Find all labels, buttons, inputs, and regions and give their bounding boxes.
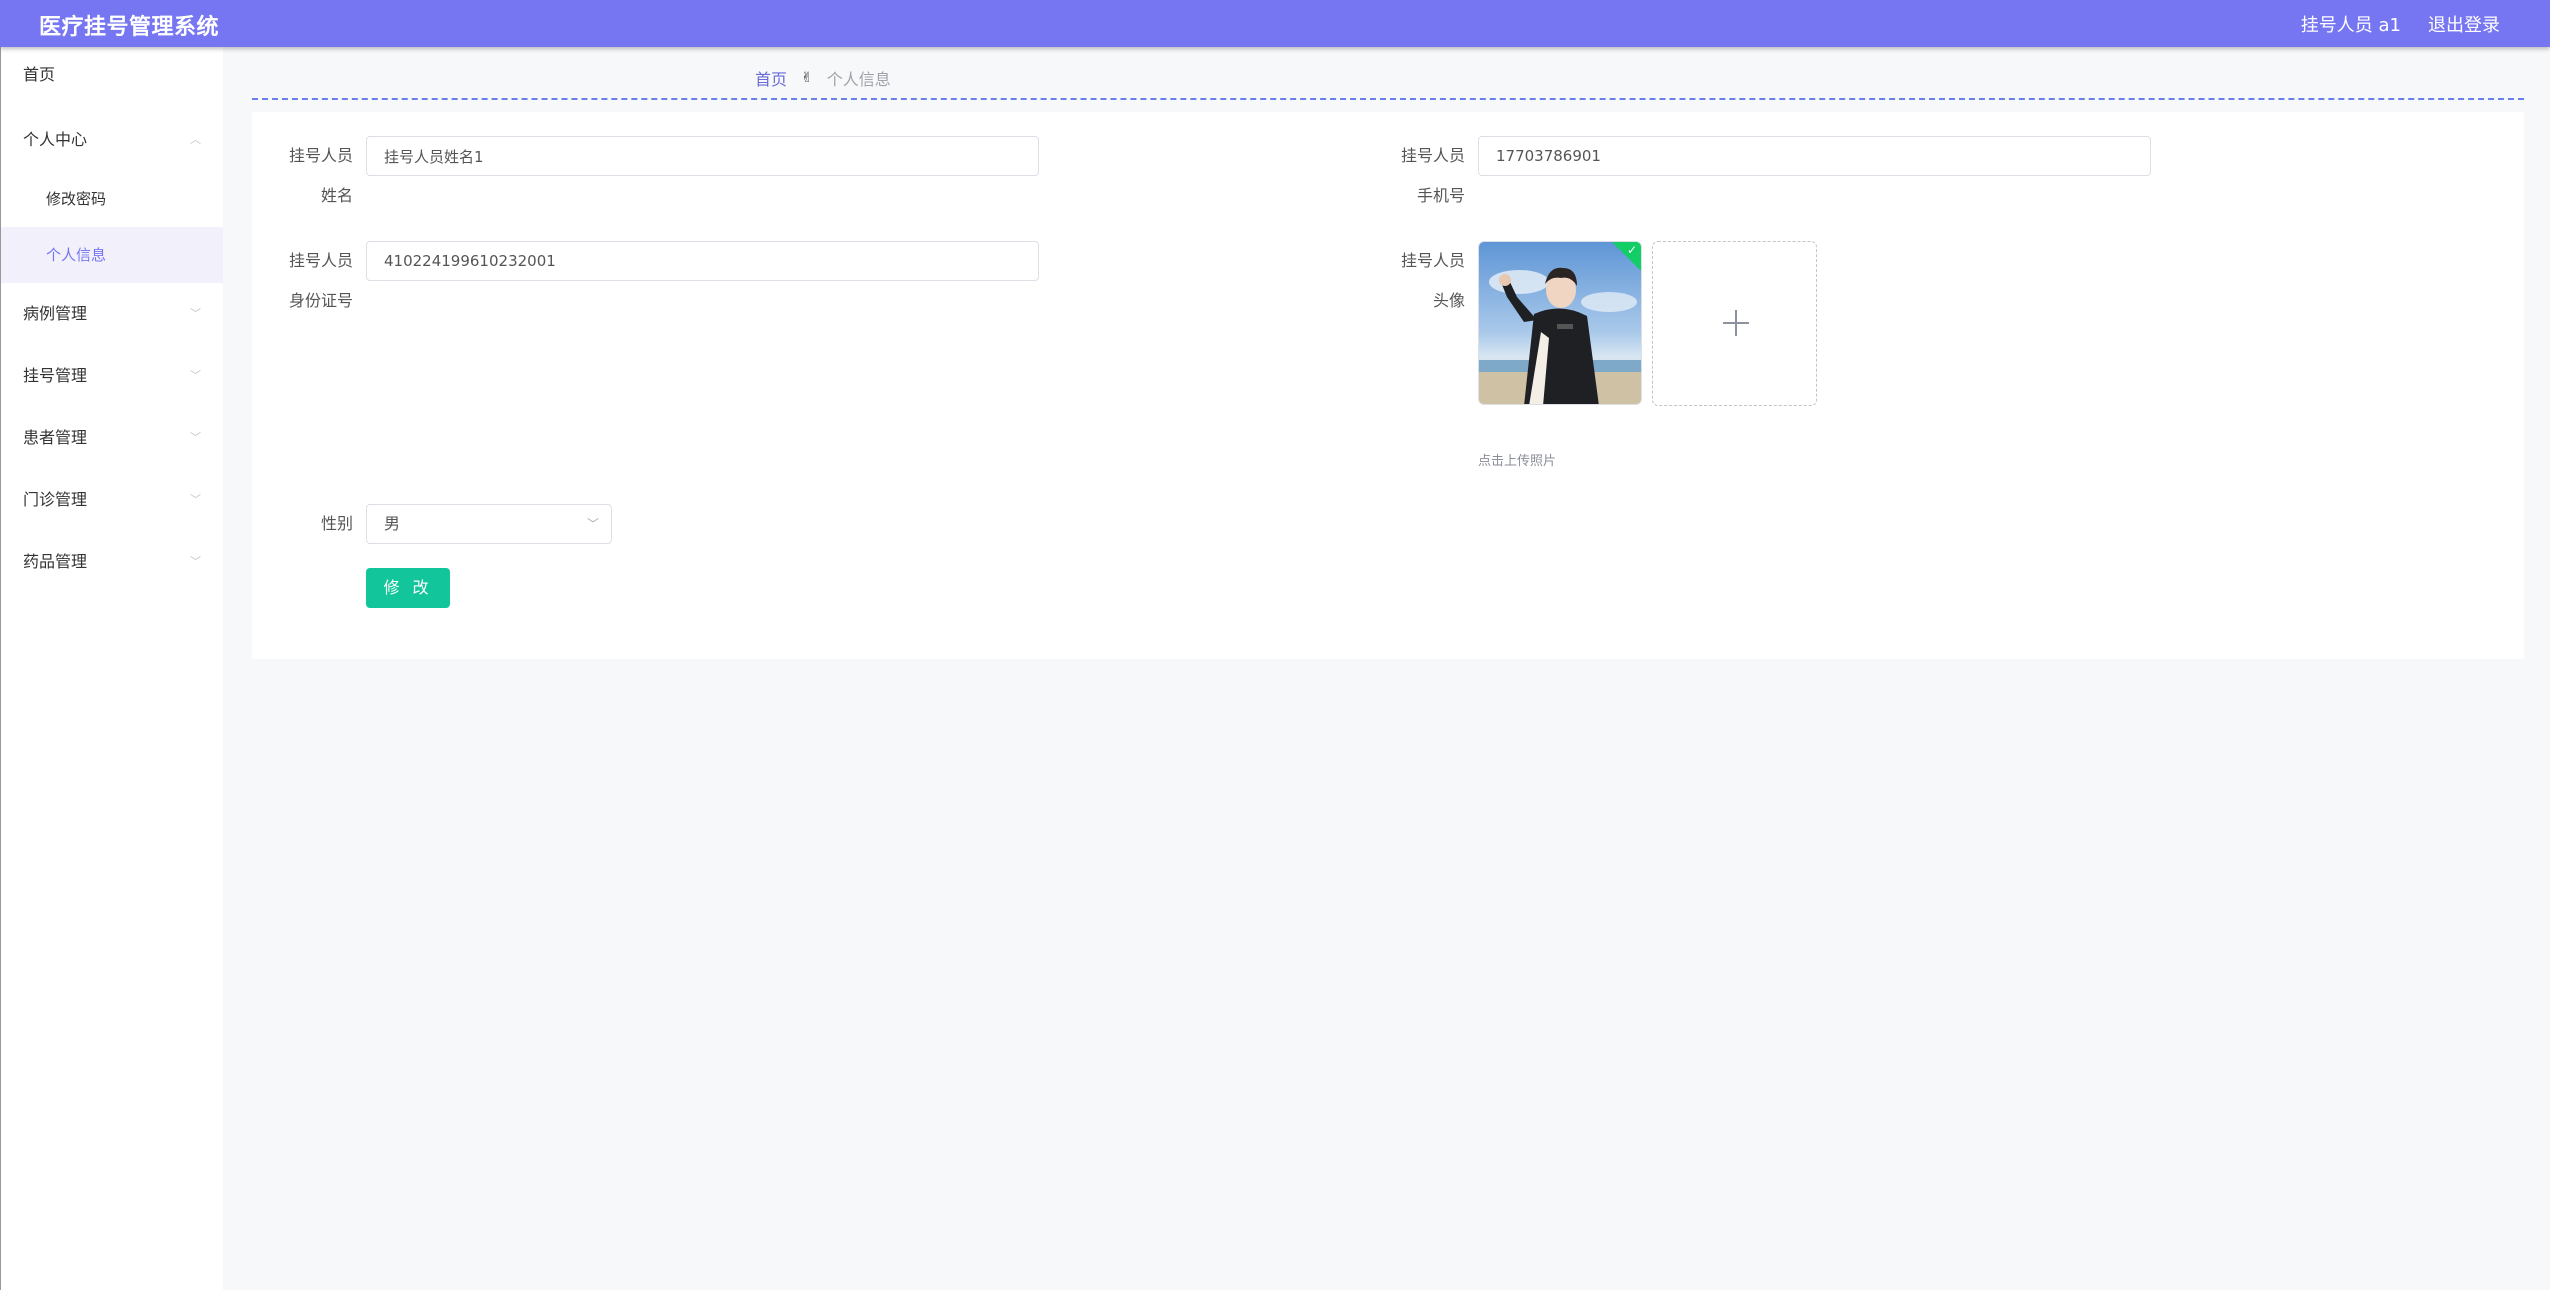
plus-icon-vertical xyxy=(1735,310,1737,336)
sidebar-item-label: 首页 xyxy=(23,65,56,84)
name-input[interactable] xyxy=(366,136,1039,176)
sidebar-item-patient-management[interactable]: 患者管理 ﹀ xyxy=(1,407,223,469)
chevron-down-icon: ﹀ xyxy=(190,555,201,568)
sidebar-item-home[interactable]: 首页 xyxy=(1,47,223,109)
logout-link[interactable]: 退出登录 xyxy=(2428,11,2500,37)
id-card-input[interactable] xyxy=(366,241,1039,281)
hand-icon: ✌ xyxy=(801,70,813,86)
sidebar-item-change-password[interactable]: 修改密码 xyxy=(1,171,223,227)
breadcrumb: 首页 ✌ 个人信息 xyxy=(755,66,891,90)
sidebar-item-label: 个人中心 xyxy=(23,130,88,149)
chevron-down-icon: ﹀ xyxy=(190,493,201,506)
gender-select-value: 男 xyxy=(384,514,401,533)
sidebar-item-case-management[interactable]: 病例管理 ﹀ xyxy=(1,283,223,345)
breadcrumb-divider xyxy=(252,98,2524,100)
chevron-down-icon: ﹀ xyxy=(586,517,599,531)
phone-input[interactable] xyxy=(1478,136,2151,176)
update-button[interactable]: 修 改 xyxy=(366,568,450,608)
current-user-label: 挂号人员 a1 xyxy=(2300,15,2401,36)
chevron-up-icon: ︿ xyxy=(190,133,201,146)
top-header: 医疗挂号管理系统 挂号人员 a1 退出登录 xyxy=(0,0,2550,47)
sidebar-item-label: 个人信息 xyxy=(46,246,107,264)
sidebar-item-outpatient-management[interactable]: 门诊管理 ﹀ xyxy=(1,469,223,531)
avatar-image[interactable]: ✓ xyxy=(1478,241,1642,405)
sidebar-item-label: 修改密码 xyxy=(46,190,107,208)
chevron-down-icon: ﹀ xyxy=(190,307,201,320)
sidebar-item-registration-management[interactable]: 挂号管理 ﹀ xyxy=(1,345,223,407)
sidebar-item-label: 药品管理 xyxy=(23,552,88,571)
avatar-upload-button[interactable] xyxy=(1652,241,1817,406)
sidebar-menu: 首页 个人中心 ︿ 修改密码 个人信息 病例管理 ﹀ 挂号管理 ﹀ 患者管理 ﹀… xyxy=(0,47,223,1290)
sidebar-item-label: 病例管理 xyxy=(23,304,88,323)
chevron-down-icon: ﹀ xyxy=(190,431,201,444)
sidebar-item-drug-management[interactable]: 药品管理 ﹀ xyxy=(1,531,223,593)
check-icon: ✓ xyxy=(1626,243,1637,257)
breadcrumb-current: 个人信息 xyxy=(826,70,891,89)
name-field-label: 挂号人员 姓名 xyxy=(288,146,353,205)
sidebar-item-personal-center[interactable]: 个人中心 ︿ xyxy=(1,109,223,171)
upload-tip-text: 点击上传照片 xyxy=(1478,454,1557,469)
gender-field-label: 性别 xyxy=(320,514,353,533)
avatar-photo xyxy=(1479,242,1641,404)
chevron-down-icon: ﹀ xyxy=(190,369,201,382)
personal-info-form: 挂号人员 姓名 挂号人员 手机号 挂号人员 身份证号 挂号人员 头像 xyxy=(252,112,2524,659)
avatar-field-label: 挂号人员 头像 xyxy=(1400,251,1465,310)
gender-select[interactable]: 男 ﹀ xyxy=(366,504,612,544)
app-title: 医疗挂号管理系统 xyxy=(39,15,220,40)
id-card-field-label: 挂号人员 身份证号 xyxy=(288,251,353,310)
phone-field-label: 挂号人员 手机号 xyxy=(1400,146,1465,205)
sidebar-item-personal-info[interactable]: 个人信息 xyxy=(1,227,223,283)
sidebar-item-label: 患者管理 xyxy=(23,428,88,447)
sidebar-item-label: 挂号管理 xyxy=(23,366,88,385)
breadcrumb-home-link[interactable]: 首页 xyxy=(755,66,787,90)
sidebar-item-label: 门诊管理 xyxy=(23,490,88,509)
